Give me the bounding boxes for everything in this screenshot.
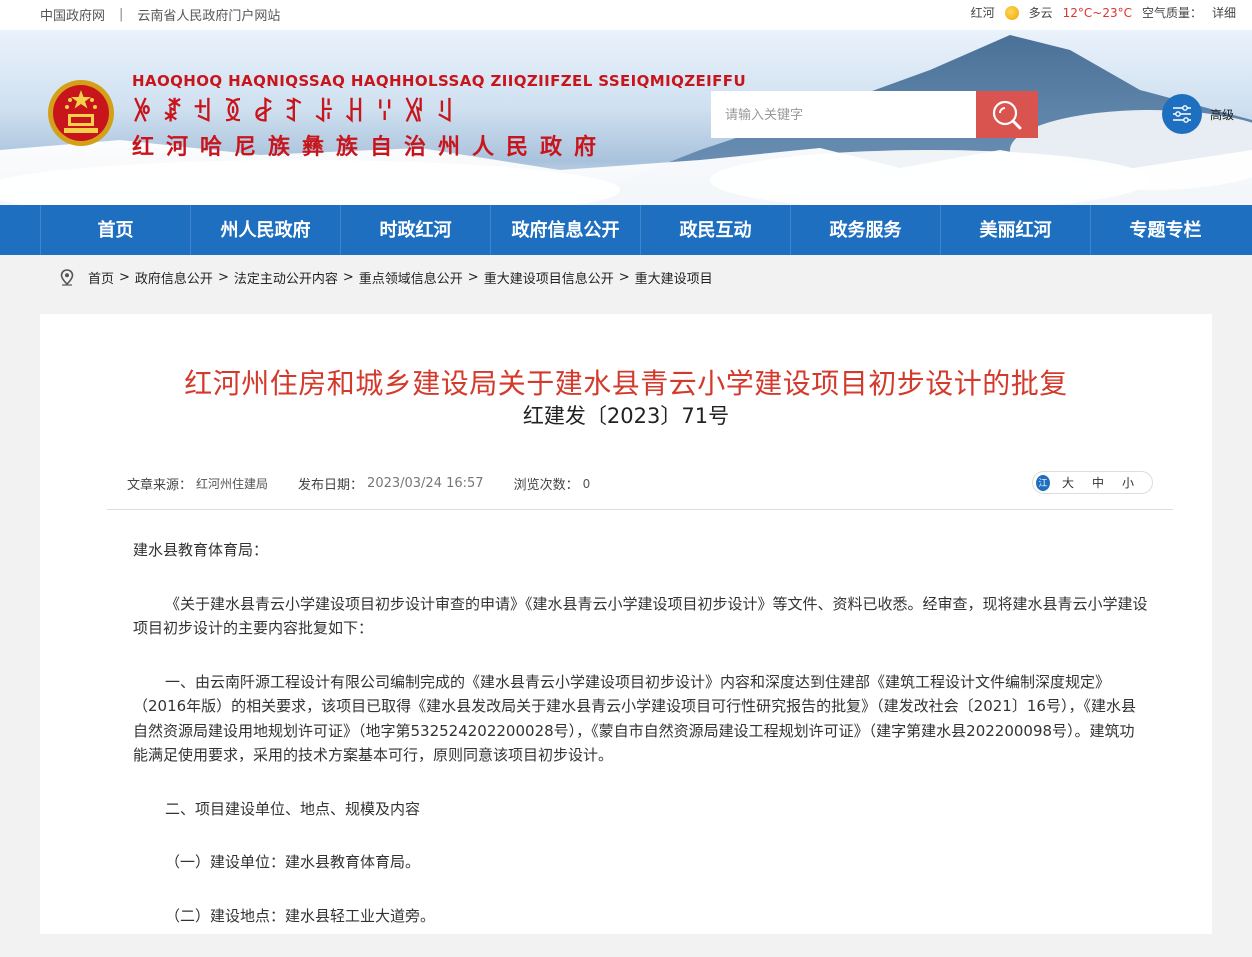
weather-desc: 多云 bbox=[1028, 6, 1053, 20]
breadcrumb-info-disclosure[interactable]: 政府信息公开 bbox=[135, 268, 213, 287]
nav-item-interaction[interactable]: 政民互动 bbox=[640, 205, 790, 255]
air-quality-label: 空气质量： bbox=[1141, 6, 1202, 20]
top-links: 中国政府网 | 云南省人民政府门户网站 bbox=[40, 5, 280, 24]
header-banner: HAOQHOQ HAQNIQSSAQ HAQHHOLSSAQ ZIIQZIIFZ… bbox=[0, 30, 1252, 205]
body-paragraph: （一）建设单位：建水县教育体育局。 bbox=[165, 853, 421, 871]
font-size-large[interactable]: 大 bbox=[1062, 474, 1074, 491]
nav-item-beautiful-honghe[interactable]: 美丽红河 bbox=[940, 205, 1090, 255]
weather-widget: 红河 多云 12°C~23°C 空气质量： 详细 bbox=[971, 4, 1236, 21]
advanced-search-badge bbox=[1162, 94, 1202, 134]
nav-item-government[interactable]: 州人民政府 bbox=[190, 205, 340, 255]
breadcrumb-separator: > bbox=[217, 270, 229, 285]
weather-detail-link[interactable]: 详细 bbox=[1212, 4, 1236, 21]
font-size-small[interactable]: 小 bbox=[1122, 474, 1134, 491]
search-button[interactable] bbox=[976, 91, 1038, 138]
nav-item-info-disclosure[interactable]: 政府信息公开 bbox=[490, 205, 640, 255]
article-meta: 文章来源： 红河州住建局 发布日期： 2023/03/24 16:57 浏览次数… bbox=[127, 474, 590, 493]
body-paragraph: 二、项目建设单位、地点、规模及内容 bbox=[165, 799, 421, 818]
publish-date-value: 2023/03/24 16:57 bbox=[367, 476, 484, 491]
breadcrumb-major-projects-info[interactable]: 重大建设项目信息公开 bbox=[484, 268, 614, 287]
nav-item-special-topics[interactable]: 专题专栏 bbox=[1090, 205, 1240, 255]
meta-divider bbox=[107, 509, 1173, 510]
nav-item-home[interactable]: 首页 bbox=[40, 205, 190, 255]
breadcrumb-separator: > bbox=[467, 270, 479, 285]
advanced-search-button[interactable]: 高级 bbox=[1162, 94, 1234, 134]
sliders-icon bbox=[1173, 105, 1191, 123]
breadcrumb-statutory-content[interactable]: 法定主动公开内容 bbox=[234, 268, 338, 287]
document-number: 红建发〔2023〕71号 bbox=[522, 404, 730, 428]
link-china-gov[interactable]: 中国政府网 bbox=[40, 5, 105, 24]
breadcrumb-separator: > bbox=[342, 270, 354, 285]
breadcrumb-separator: > bbox=[618, 270, 630, 285]
font-size-switcher: 江 大 中 小 bbox=[1032, 471, 1153, 494]
publish-date-label: 发布日期： bbox=[298, 478, 364, 493]
breadcrumb-major-projects[interactable]: 重大建设项目 bbox=[635, 268, 713, 287]
advanced-search-label: 高级 bbox=[1210, 107, 1235, 122]
top-utility-bar: 中国政府网 | 云南省人民政府门户网站 红河 多云 12°C~23°C 空气质量… bbox=[0, 0, 1252, 30]
font-size-medium[interactable]: 中 bbox=[1092, 474, 1104, 491]
breadcrumb-separator: > bbox=[119, 270, 130, 285]
breadcrumb-home[interactable]: 首页 bbox=[88, 268, 114, 287]
source-value: 红河州住建局 bbox=[196, 477, 269, 491]
body-paragraph: （二）建设地点：建水县轻工业大道旁。 bbox=[165, 906, 436, 925]
site-title-yi: ꉼꊨꉬꅉꆀꆈꌠꃅꈌꑟꆹ bbox=[132, 98, 466, 128]
nav-item-news[interactable]: 时政红河 bbox=[340, 205, 490, 255]
breadcrumb: 首页 > 政府信息公开 > 法定主动公开内容 > 重点领域信息公开 > 重大建设… bbox=[60, 268, 713, 287]
breadcrumb-key-areas[interactable]: 重点领域信息公开 bbox=[359, 268, 463, 287]
weather-sun-icon bbox=[1004, 5, 1019, 20]
nav-item-services[interactable]: 政务服务 bbox=[790, 205, 940, 255]
body-paragraph: 《关于建水县青云小学建设项目初步设计审查的申请》《建水县青云小学建设项目初步设计… bbox=[133, 594, 1148, 638]
article-body: 建水县教育体育局： 《关于建水县青云小学建设项目初步设计审查的申请》《建水县青云… bbox=[133, 538, 1149, 957]
search-input[interactable] bbox=[711, 91, 976, 138]
views-label: 浏览次数： bbox=[513, 478, 579, 493]
site-title-chinese: 红河哈尼族彝族自治州人民政府 bbox=[132, 135, 609, 160]
main-nav: 首页 州人民政府 时政红河 政府信息公开 政民互动 政务服务 美丽红河 专题专栏 bbox=[0, 205, 1252, 255]
national-emblem-icon bbox=[48, 80, 114, 146]
site-logo-icon: 江 bbox=[1036, 474, 1050, 491]
search-icon bbox=[992, 100, 1022, 129]
salutation: 建水县教育体育局： bbox=[133, 541, 269, 559]
article-card: 红河州住房和城乡建设局关于建水县青云小学建设项目初步设计的批复 红建发〔2023… bbox=[40, 314, 1212, 934]
body-paragraph: 一、由云南阡源工程设计有限公司编制完成的《建水县青云小学建设项目初步设计》内容和… bbox=[133, 672, 1136, 765]
top-separator: | bbox=[119, 7, 124, 22]
site-title-pinyin: HAOQHOQ HAQNIQSSAQ HAQHHOLSSAQ ZIIQZIIFZ… bbox=[132, 72, 747, 90]
source-label: 文章来源： bbox=[127, 478, 193, 493]
nav-list: 首页 州人民政府 时政红河 政府信息公开 政民互动 政务服务 美丽红河 专题专栏 bbox=[40, 205, 1240, 255]
views-value: 0 bbox=[582, 476, 591, 491]
weather-temp: 12°C~23°C bbox=[1062, 5, 1132, 20]
link-yunnan-gov[interactable]: 云南省人民政府门户网站 bbox=[137, 5, 280, 24]
weather-city: 红河 bbox=[970, 6, 995, 20]
location-pin-icon bbox=[60, 269, 74, 286]
article-title: 红河州住房和城乡建设局关于建水县青云小学建设项目初步设计的批复 bbox=[184, 367, 1068, 400]
